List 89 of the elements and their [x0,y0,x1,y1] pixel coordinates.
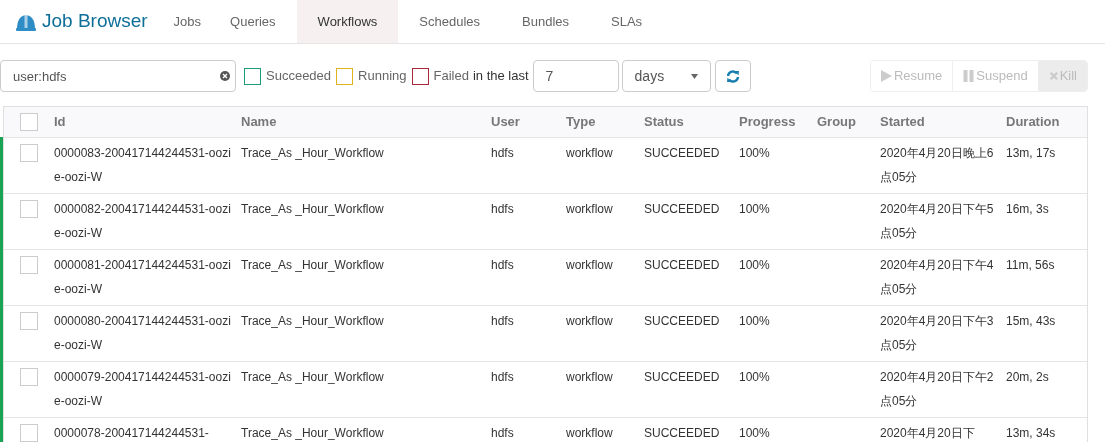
nav-tab[interactable]: Queries [209,0,297,43]
nav-tab[interactable]: SLAs [590,0,664,43]
column-header[interactable]: Type [566,112,644,132]
checkbox[interactable] [20,312,38,330]
table-cell-text: Trace_As _Hour_Workflow [241,425,385,442]
table-cell-text: hdfs [491,257,515,274]
table-cell-text: SUCCEEDED [644,425,721,442]
table-cell-text: 100% [739,313,771,330]
column-header[interactable]: Name [241,112,491,132]
table-cell-text: 2020年4月20日下 [880,425,976,442]
column-header[interactable]: User [491,112,566,132]
clear-icon[interactable] [220,71,230,81]
table-cell-text: 2020年4月20日晚上6点05分 [880,145,995,186]
table-cell-text: 2020年4月20日下午2点05分 [880,369,995,410]
column-header[interactable]: Started [880,112,1006,132]
table-cell-text: 0000082-200417144244531-oozie-oozi-W [54,201,232,242]
table-cell-text: hdfs [491,313,515,330]
table-cell-text: workflow [566,369,614,386]
column-header[interactable]: Id [54,112,241,132]
status-checkbox[interactable] [336,67,354,85]
table-cell-text: SUCCEEDED [644,145,721,162]
column-header[interactable]: Progress [739,112,817,132]
column-header[interactable]: Status [644,112,739,132]
table-cell-text: Trace_As _Hour_Workflow [241,313,385,330]
table-cell-text: 2020年4月20日下午3点05分 [880,313,995,354]
table-cell-text: workflow [566,425,614,442]
column-header[interactable]: Duration [1006,112,1089,132]
table-cell-text: Trace_As _Hour_Workflow [241,369,385,386]
range-field[interactable]: 7 [532,60,619,92]
column-header[interactable]: Group [817,112,880,132]
status-label: Failed [433,67,469,86]
table-cell-text: Trace_As _Hour_Workflow [241,145,385,162]
play-icon [880,70,892,82]
table-cell-text: workflow [566,313,614,330]
pause-icon [963,70,975,82]
table-cell-text: hdfs [491,201,515,218]
table-cell-text: 100% [739,425,771,442]
status-label: Running [358,67,407,86]
table-cell-text: SUCCEEDED [644,313,721,330]
range-label: in the last [472,67,529,86]
search-field[interactable]: user:hdfs [0,60,236,92]
close-icon [1048,70,1058,82]
table-cell-text: 0000078-200417144244531- [54,425,210,442]
table-cell-text: 16m, 3s [1006,201,1050,218]
refresh-button[interactable] [714,60,751,92]
checkbox[interactable] [20,368,38,386]
table-cell-text: hdfs [491,145,515,162]
table-cell-text: 13m, 17s [1006,145,1057,162]
table-cell-text: hdfs [491,369,515,386]
table-cell-text: hdfs [491,425,515,442]
checkbox[interactable] [20,144,38,162]
status-checkbox[interactable] [411,67,429,85]
helmet-icon [16,12,36,31]
app-title: Job Browser [42,9,148,34]
table-cell-text: SUCCEEDED [644,257,721,274]
table-cell-text: workflow [566,145,614,162]
table-cell-text: SUCCEEDED [644,201,721,218]
table-cell-text: Trace_As _Hour_Workflow [241,201,385,218]
table-cell-text: 0000081-200417144244531-oozie-oozi-W [54,257,232,298]
status-label: Succeeded [266,67,332,86]
unit-dropdown[interactable]: days [621,60,711,92]
status-checkbox[interactable] [244,67,261,85]
caret-icon [690,73,698,79]
table-cell-text: 100% [739,257,771,274]
checkbox[interactable] [20,113,38,131]
checkbox[interactable] [20,200,38,218]
table-cell-text: 0000080-200417144244531-oozie-oozi-W [54,313,232,354]
table-cell-text: 15m, 43s [1006,313,1057,330]
table-cell-text: 100% [739,145,771,162]
nav-tab[interactable]: Workflows [296,0,399,43]
table-cell-text: SUCCEEDED [644,369,721,386]
nav-tab[interactable]: Bundles [501,0,591,43]
table-cell-text: workflow [566,257,614,274]
table-cell-text: 0000079-200417144244531-oozie-oozi-W [54,369,232,410]
table-cell-text: Trace_As _Hour_Workflow [241,257,385,274]
checkbox[interactable] [20,256,38,274]
table-cell-text: 2020年4月20日下午4点05分 [880,257,995,298]
refresh-icon [725,69,740,83]
table-cell-text: 13m, 34s [1006,425,1057,442]
table-cell-text: 0000083-200417144244531-oozie-oozi-W [54,145,232,186]
table-cell-text: 100% [739,369,771,386]
table-cell-text: 11m, 56s [1006,257,1056,274]
table-cell-text: 100% [739,201,771,218]
checkbox[interactable] [20,424,38,442]
table-cell-text: 2020年4月20日下午5点05分 [880,201,995,242]
nav-tab[interactable]: Schedules [398,0,502,43]
nav-tab[interactable]: Jobs [165,0,210,43]
table-cell-text: 20m, 2s [1006,369,1050,386]
table-cell-text: workflow [566,201,614,218]
